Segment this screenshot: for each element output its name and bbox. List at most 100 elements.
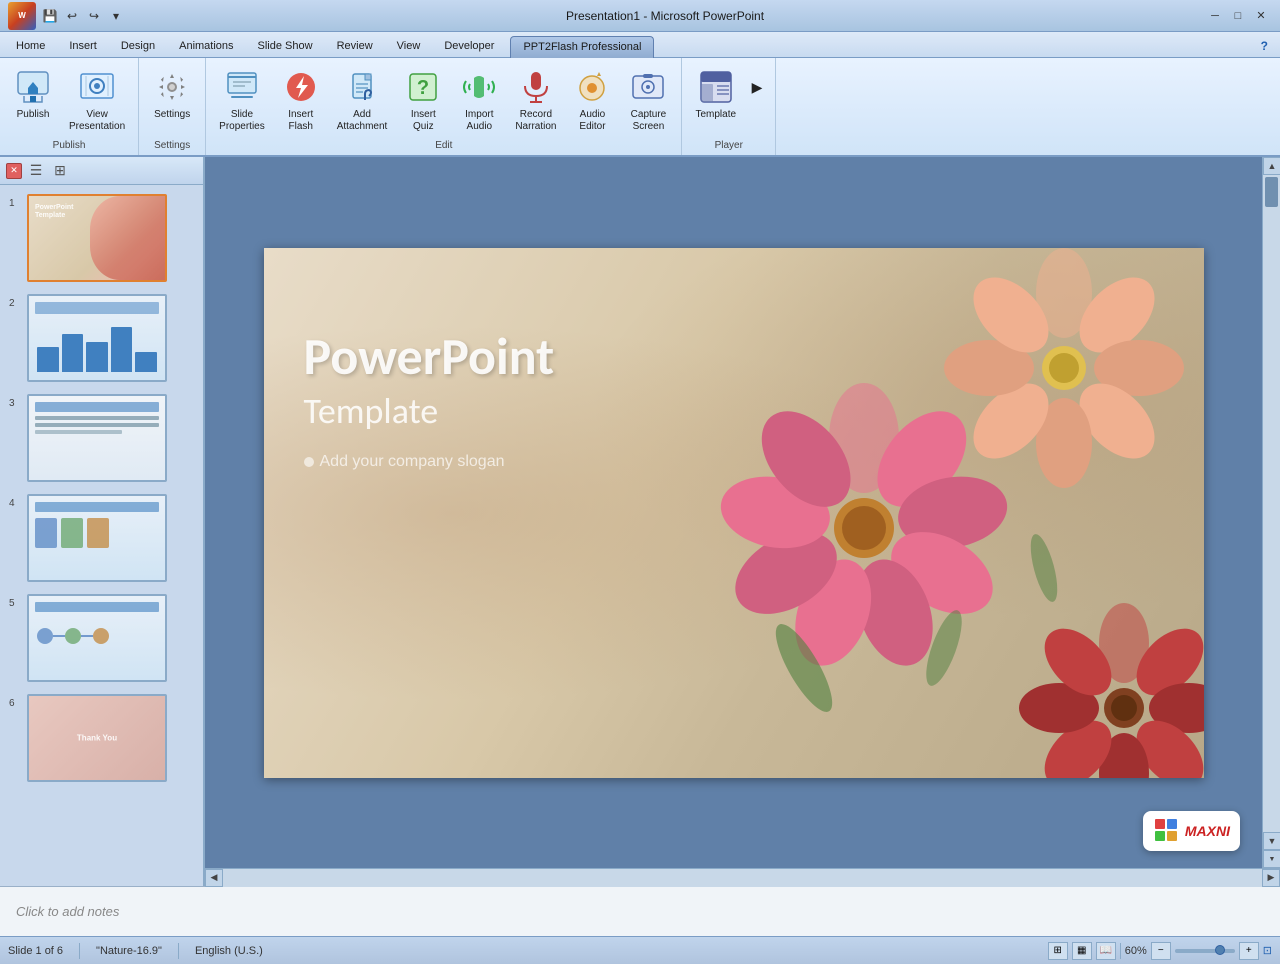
quick-access-toolbar: 💾 ↩ ↪ ▾ [40, 6, 126, 26]
notes-placeholder[interactable]: Click to add notes [16, 904, 119, 919]
scroll-down2-button[interactable]: ▼ [1263, 850, 1280, 868]
tab-view[interactable]: View [385, 36, 433, 57]
player-more-button[interactable]: ▶ [745, 62, 769, 114]
insert-quiz-label: Insert Quiz [411, 109, 436, 133]
tab-home[interactable]: Home [4, 36, 57, 57]
slide-canvas-wrapper[interactable]: PowerPoint Template Add your company slo… [205, 157, 1262, 868]
slide-thumbnail-4[interactable]: 4 [6, 491, 197, 585]
notes-bar: Click to add notes [0, 886, 1280, 936]
slide-thumbnail-5[interactable]: 5 [6, 591, 197, 685]
ribbon-tabs: Home Insert Design Animations Slide Show… [0, 32, 1280, 58]
slide4-box2 [61, 518, 83, 548]
qa-dropdown[interactable]: ▾ [106, 6, 126, 26]
insert-flash-button[interactable]: Insert Flash [274, 62, 328, 138]
minimize-button[interactable]: ─ [1204, 7, 1226, 25]
import-audio-label: Import Audio [465, 109, 493, 133]
settings-group-label: Settings [145, 138, 199, 153]
slide-main-title[interactable]: PowerPoint [304, 328, 555, 385]
insert-quiz-button[interactable]: ? Insert Quiz [396, 62, 450, 138]
ribbon-group-edit: Slide Properties Insert Flash [206, 58, 682, 155]
slide-thumbnail-2[interactable]: 2 [6, 291, 197, 385]
slide2-chart [37, 322, 157, 372]
slide3-content [35, 416, 159, 434]
panel-list-view-button[interactable]: ☰ [26, 161, 46, 181]
record-narration-icon [516, 67, 556, 107]
zoom-fit[interactable]: ⊡ [1263, 944, 1272, 957]
scroll-thumb[interactable] [1265, 177, 1278, 207]
slide-sorter-button[interactable]: ▦ [1072, 942, 1092, 960]
zoom-in-button[interactable]: + [1239, 942, 1259, 960]
publish-group-content: Publish View Presentation [6, 62, 132, 138]
panel-grid-view-button[interactable]: ⊞ [50, 161, 70, 181]
zoom-level: 60% [1125, 945, 1147, 957]
title-bar: W 💾 ↩ ↪ ▾ Presentation1 - Microsoft Powe… [0, 0, 1280, 32]
slide-subtitle[interactable]: Template [304, 389, 555, 433]
tab-animations[interactable]: Animations [167, 36, 245, 57]
slide-preview-1: PowerPointTemplate [27, 194, 167, 282]
slide-preview-6: Thank You [27, 694, 167, 782]
slide2-bar1 [37, 347, 59, 372]
save-button[interactable]: 💾 [40, 6, 60, 26]
template-button[interactable]: Template [688, 62, 743, 126]
watermark-text: MAXNI [1185, 823, 1230, 839]
h-scroll-track[interactable] [223, 869, 1262, 887]
slides-list: 1 PowerPointTemplate 2 [0, 185, 203, 886]
slide-panel: ✕ ☰ ⊞ 1 PowerPointTemplate 2 [0, 157, 205, 886]
scroll-track[interactable] [1263, 175, 1280, 832]
slide1-preview-text: PowerPointTemplate [35, 204, 74, 221]
record-narration-button[interactable]: Record Narration [508, 62, 563, 138]
restore-button[interactable]: □ [1227, 7, 1249, 25]
reading-view-button[interactable]: 📖 [1096, 942, 1116, 960]
tab-developer[interactable]: Developer [432, 36, 506, 57]
slide-properties-icon [222, 67, 262, 107]
template-icon [696, 67, 736, 107]
settings-button[interactable]: Settings [145, 62, 199, 126]
undo-button[interactable]: ↩ [62, 6, 82, 26]
panel-close-button[interactable]: ✕ [6, 163, 22, 179]
view-presentation-icon [77, 67, 117, 107]
scroll-up-button[interactable]: ▲ [1263, 157, 1280, 175]
slide-num-5: 5 [9, 594, 21, 609]
view-presentation-button[interactable]: View Presentation [62, 62, 132, 138]
tab-ppt2flash[interactable]: PPT2Flash Professional [510, 36, 654, 58]
slide4-diagram [35, 518, 109, 548]
slide-thumbnail-3[interactable]: 3 [6, 391, 197, 485]
slide3-header [35, 402, 159, 412]
slide2-bar3 [86, 342, 108, 372]
import-audio-button[interactable]: Import Audio [452, 62, 506, 138]
tab-review[interactable]: Review [325, 36, 385, 57]
capture-screen-button[interactable]: Capture Screen [621, 62, 675, 138]
tab-design[interactable]: Design [109, 36, 167, 57]
redo-button[interactable]: ↪ [84, 6, 104, 26]
tab-insert[interactable]: Insert [57, 36, 109, 57]
slide-slogan[interactable]: Add your company slogan [304, 453, 555, 471]
player-more-icon: ▶ [748, 67, 766, 107]
zoom-out-button[interactable]: − [1151, 942, 1171, 960]
add-attachment-button[interactable]: Add Attachment [330, 62, 395, 138]
add-attachment-icon [342, 67, 382, 107]
h-scroll-right[interactable]: ▶ [1262, 869, 1280, 887]
zoom-slider[interactable] [1175, 949, 1235, 953]
close-button[interactable]: ✕ [1250, 7, 1272, 25]
slide-num-3: 3 [9, 394, 21, 409]
tab-slideshow[interactable]: Slide Show [246, 36, 325, 57]
normal-view-button[interactable]: ⊞ [1048, 942, 1068, 960]
insert-flash-label: Insert Flash [288, 109, 313, 133]
settings-group-content: Settings [145, 62, 199, 138]
slide-preview-5 [27, 594, 167, 682]
scroll-down-button[interactable]: ▼ [1263, 832, 1280, 850]
h-scroll-left[interactable]: ◀ [205, 869, 223, 887]
slide-properties-button[interactable]: Slide Properties [212, 62, 272, 138]
add-attachment-label: Add Attachment [337, 109, 388, 133]
ribbon-group-player: Template ▶ Player [682, 58, 776, 155]
slide6-text: Thank You [77, 734, 117, 743]
slide-thumbnail-6[interactable]: 6 Thank You [6, 691, 197, 785]
slide-thumbnail-1[interactable]: 1 PowerPointTemplate [6, 191, 197, 285]
publish-button[interactable]: Publish [6, 62, 60, 126]
office-logo[interactable]: W [8, 2, 36, 30]
audio-editor-button[interactable]: Audio Editor [565, 62, 619, 138]
help-button[interactable]: ? [1253, 35, 1276, 57]
content-and-scroll: PowerPoint Template Add your company slo… [205, 157, 1280, 868]
watermark-logo [1153, 817, 1181, 845]
slide-text-area: PowerPoint Template Add your company slo… [304, 328, 555, 471]
